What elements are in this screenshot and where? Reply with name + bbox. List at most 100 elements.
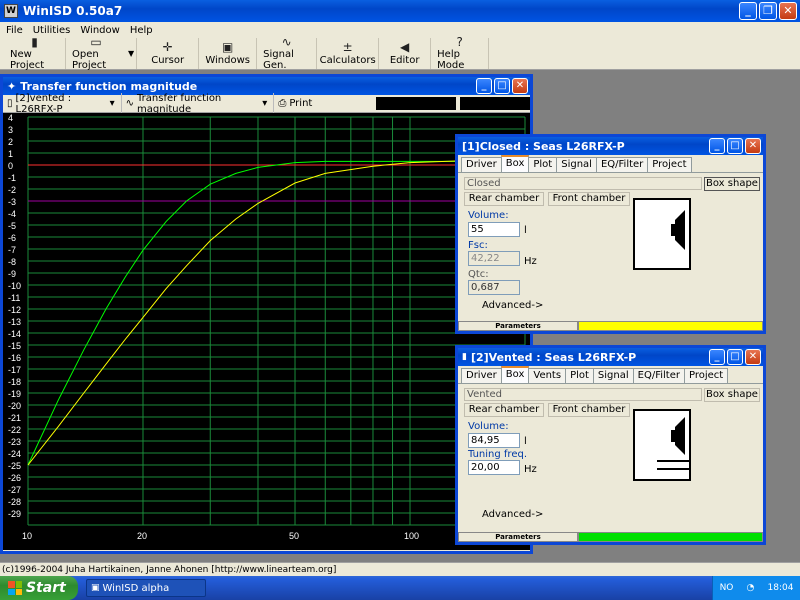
tab-signal[interactable]: Signal	[556, 157, 597, 172]
transfer-function-chart[interactable]: 43210-1-2-3-4-5-6-7-8-9-10-11-12-13-14-1…	[3, 113, 534, 550]
volume-field[interactable]: 84,95	[468, 433, 520, 448]
signal-gen-button[interactable]: ∿ Signal Gen.	[257, 35, 318, 71]
open-project-button[interactable]: ▭ Open Project	[66, 36, 126, 72]
menu-file[interactable]: File	[6, 25, 23, 36]
network-icon[interactable]: ◔	[747, 583, 755, 593]
vented-window-titlebar[interactable]: ▮ [2]Vented : Seas L26RFX-P _ □ ✕	[458, 348, 763, 366]
tuning-freq-label: Tuning freq.	[468, 449, 527, 460]
project-select[interactable]: ▯ [2]vented : L26RFX-P ▾	[7, 92, 122, 115]
y-tick-label: -12	[8, 305, 21, 315]
menu-bar: File Utilities Window Help	[0, 22, 800, 38]
close-icon[interactable]: ✕	[745, 138, 761, 154]
help-mode-button[interactable]: ? Help Mode	[431, 36, 490, 71]
start-button[interactable]: Start	[0, 576, 78, 600]
tab-eq-filter[interactable]: EQ/Filter	[632, 368, 685, 383]
minimize-icon[interactable]: _	[476, 78, 492, 94]
tab-project[interactable]: Project	[683, 368, 729, 383]
y-tick-label: -13	[8, 317, 21, 327]
system-tray: NO ◔ 18:04	[712, 576, 800, 600]
minimize-icon[interactable]: _	[709, 138, 725, 154]
graph-select[interactable]: ∿ Transfer function magnitude ▾	[126, 92, 275, 115]
y-tick-label: -28	[8, 497, 21, 507]
tab-vents[interactable]: Vents	[528, 368, 567, 383]
maximize-icon[interactable]: □	[727, 138, 743, 154]
y-tick-label: -2	[8, 185, 16, 195]
y-tick-label: -20	[8, 401, 21, 411]
cursor-button[interactable]: ✛ Cursor	[137, 38, 200, 69]
close-icon[interactable]: ✕	[779, 2, 797, 20]
tab-project[interactable]: Project	[647, 157, 692, 172]
taskbar-item-winisd[interactable]: ▣ WinISD alpha	[86, 579, 206, 597]
printer-icon: ⎙	[278, 98, 287, 109]
new-project-button[interactable]: ▮ New Project	[4, 36, 66, 71]
closed-box-diagram	[633, 198, 691, 270]
vented-status-indicator	[578, 532, 763, 542]
tab-box[interactable]: Box	[500, 155, 530, 172]
close-icon[interactable]: ✕	[512, 78, 528, 94]
series-line-1	[27, 160, 525, 466]
closed-window-title: [1]Closed : Seas L26RFX-P	[462, 139, 625, 153]
advanced-link[interactable]: Advanced->	[482, 300, 543, 311]
print-button[interactable]: ⎙ Print	[278, 98, 318, 109]
y-tick-label: -11	[8, 293, 20, 303]
box-type-label: Closed	[464, 177, 702, 190]
minimize-icon[interactable]: _	[739, 2, 757, 20]
volume-field[interactable]: 55	[468, 222, 520, 237]
clock: 18:04	[767, 583, 794, 593]
app-title: WinISD 0.50a7	[23, 4, 123, 18]
tuning-freq-field[interactable]: 20,00	[468, 460, 520, 475]
main-toolbar: ▮ New Project ▭ Open Project ▼ ✛ Cursor …	[0, 35, 800, 72]
tuning-freq-unit: Hz	[524, 464, 537, 475]
y-tick-label: -1	[8, 173, 16, 183]
maximize-icon[interactable]: □	[494, 78, 510, 94]
language-indicator[interactable]: NO	[720, 583, 734, 593]
tab-driver[interactable]: Driver	[461, 368, 502, 383]
tab-driver[interactable]: Driver	[461, 157, 502, 172]
app-titlebar[interactable]: W WinISD 0.50a7 _ ❐ ✕	[0, 0, 800, 22]
windows-icon: ▣	[221, 40, 234, 54]
signal-wave-icon: ∿	[281, 35, 292, 49]
vented-status-bar: Parameters	[458, 532, 763, 542]
parameters-label: Parameters	[458, 321, 578, 331]
open-project-dropdown[interactable]: ▼	[126, 38, 138, 69]
rear-chamber-tab[interactable]: Rear chamber	[464, 192, 544, 206]
menu-help[interactable]: Help	[130, 25, 153, 36]
menu-utilities[interactable]: Utilities	[33, 25, 71, 36]
x-tick-label: 100	[404, 531, 419, 541]
tab-box[interactable]: Box	[500, 366, 530, 383]
closed-window-titlebar[interactable]: [1]Closed : Seas L26RFX-P _ □ ✕	[458, 137, 763, 155]
closed-box-window: [1]Closed : Seas L26RFX-P _ □ ✕ Driver B…	[455, 134, 766, 334]
y-tick-label: -14	[8, 329, 21, 339]
y-tick-label: -16	[8, 353, 21, 363]
close-icon[interactable]: ✕	[745, 349, 761, 365]
transfer-window-toolbar: ▯ [2]vented : L26RFX-P ▾ ∿ Transfer func…	[3, 92, 530, 115]
vented-window-title: [2]Vented : Seas L26RFX-P	[470, 350, 637, 364]
calculators-button[interactable]: ± Calculators	[317, 38, 380, 69]
front-chamber-tab[interactable]: Front chamber	[548, 403, 630, 417]
restore-icon[interactable]: ❐	[759, 2, 777, 20]
chart-area[interactable]: 4 3 2 1 0 -1 -2 -3 -4 -5 -6 -7 -8 -9 -10 -11 -12 -13 -14 -1…	[3, 113, 534, 550]
menu-window[interactable]: Window	[80, 25, 119, 36]
tab-signal[interactable]: Signal	[592, 368, 634, 383]
tab-plot[interactable]: Plot	[528, 157, 558, 172]
maximize-icon[interactable]: □	[727, 349, 743, 365]
y-tick-label: -8	[8, 257, 16, 267]
rear-chamber-tab[interactable]: Rear chamber	[464, 403, 544, 417]
advanced-link[interactable]: Advanced->	[482, 509, 543, 520]
y-tick-label: -5	[8, 221, 16, 231]
tab-eq-filter[interactable]: EQ/Filter	[595, 157, 649, 172]
cursor-readout-1	[376, 97, 456, 110]
windows-button[interactable]: ▣ Windows	[199, 38, 258, 69]
tab-plot[interactable]: Plot	[565, 368, 594, 383]
vented-box-panel: Vented Box shape Rear chamber Front cham…	[458, 384, 763, 534]
closed-tabs: Driver Box Plot Signal EQ/Filter Project	[458, 155, 763, 173]
editor-button[interactable]: ◀ Editor	[379, 38, 432, 69]
volume-label: Volume:	[468, 421, 509, 432]
app-icon: ▣	[91, 583, 100, 593]
y-tick-label: 1	[8, 149, 13, 159]
minimize-icon[interactable]: _	[709, 349, 725, 365]
front-chamber-tab[interactable]: Front chamber	[548, 192, 630, 206]
closed-status-bar: Parameters	[458, 321, 763, 331]
box-shape-button[interactable]: Box shape	[704, 388, 760, 402]
box-shape-button[interactable]: Box shape	[704, 177, 760, 191]
